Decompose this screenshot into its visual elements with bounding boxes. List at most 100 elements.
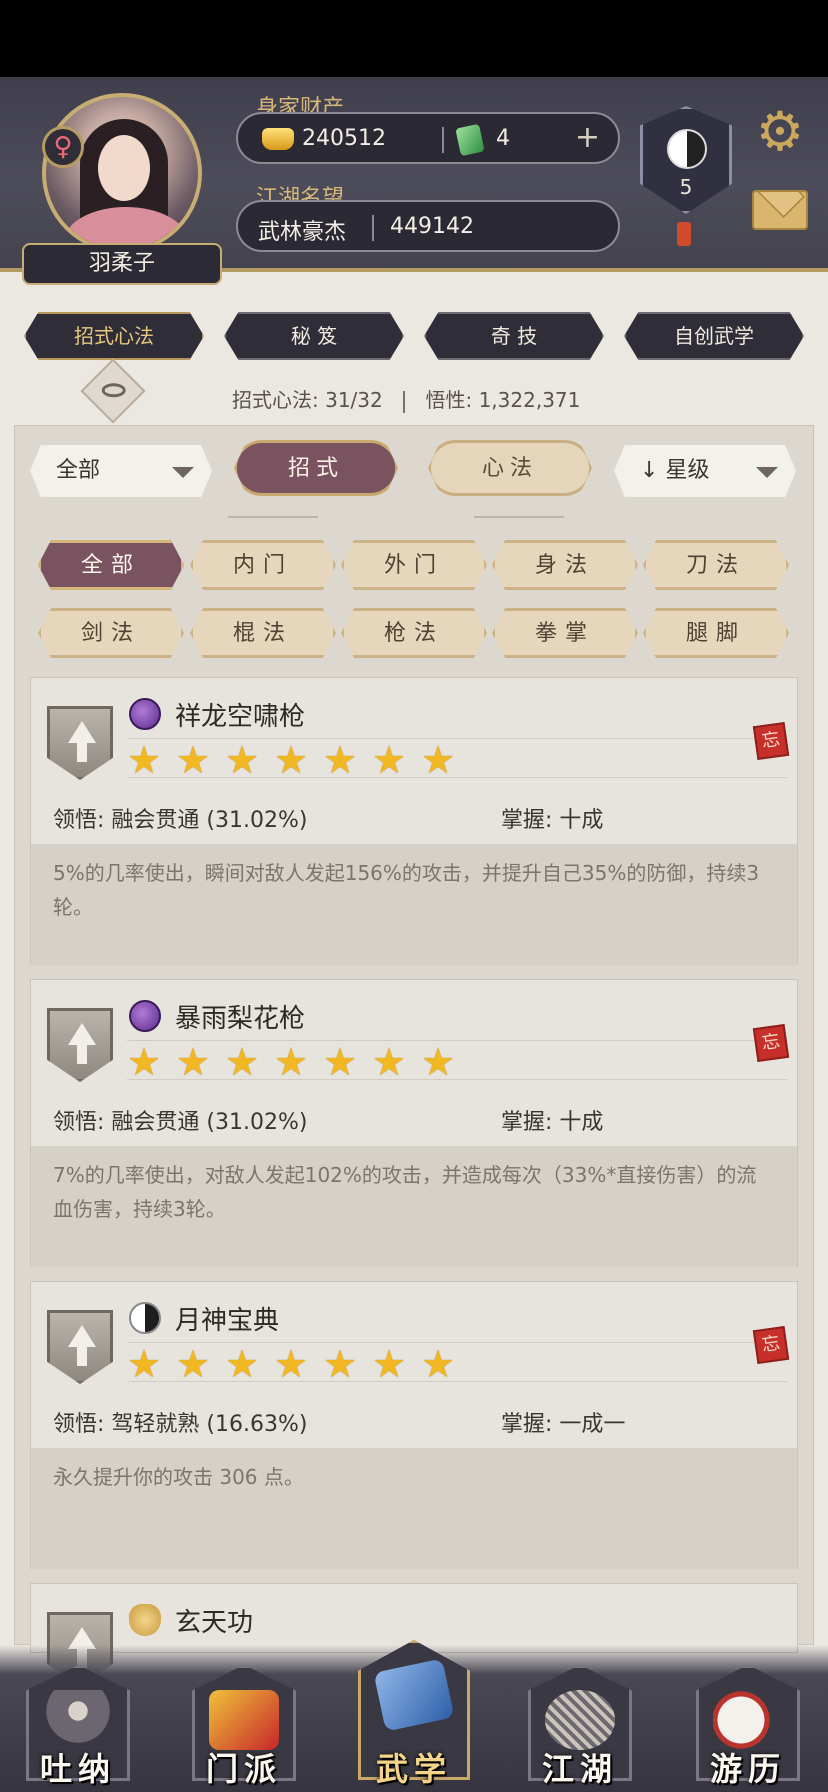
skill-description: 永久提升你的攻击 306 点。 (53, 1465, 304, 1489)
white-horse-icon (713, 1690, 783, 1750)
skill-description: 7%的几率使出，对敌人发起102%的攻击，并造成每次（33%*直接伤害）的流血伤… (53, 1163, 757, 1221)
star-icon: ★ (274, 1342, 309, 1386)
chevron-down-icon (756, 467, 778, 478)
sect-banner-icon (209, 1690, 279, 1750)
fame-bar: 武林豪杰 449142 (236, 200, 620, 252)
jade-value: 4 (496, 126, 510, 151)
wealth-bar: 240512 4 + (236, 112, 620, 164)
segment-moves[interactable]: 招式 (234, 440, 398, 496)
forget-button[interactable]: 忘 (752, 1023, 790, 1063)
category-fist-palm[interactable]: 拳掌 (492, 608, 638, 658)
upgrade-shield-icon[interactable] (47, 706, 113, 780)
nav-meditate-label: 吐纳 (39, 1750, 116, 1788)
gold-figure-icon (129, 1604, 161, 1636)
star-icon: ★ (372, 1342, 407, 1386)
sort-select[interactable]: ↓ 星级 (614, 445, 796, 497)
segment-mind[interactable]: 心法 (428, 440, 592, 496)
category-internal[interactable]: 内门 (190, 540, 336, 590)
star-icon: ★ (274, 738, 309, 782)
gold-value: 240512 (302, 126, 386, 151)
mastery-text: 掌握: 十成 (501, 1110, 604, 1135)
insight-label: 悟性: (425, 388, 473, 412)
star-icon: ★ (421, 1040, 456, 1084)
star-rating: ★ ★ ★ ★ ★ ★ ★ (127, 1040, 787, 1084)
skill-stats: 招式心法: 31/32 悟性: 1,322,371 (232, 384, 580, 413)
star-icon: ★ (127, 1040, 162, 1084)
upgrade-shield-icon[interactable] (47, 1310, 113, 1384)
tab-secret-manuals[interactable]: 秘 笈 (224, 312, 404, 360)
star-icon: ★ (274, 1040, 309, 1084)
nav-travel-label: 游历 (709, 1750, 786, 1788)
category-spear[interactable]: 枪法 (341, 608, 487, 658)
star-icon: ★ (421, 738, 456, 782)
add-currency-button[interactable]: + (575, 121, 600, 155)
star-icon: ★ (372, 1040, 407, 1084)
straw-hat-icon (545, 1690, 615, 1750)
purple-orb-icon (129, 698, 161, 730)
fame-value: 449142 (390, 214, 474, 239)
star-rating: ★ ★ ★ ★ ★ ★ ★ (127, 1342, 787, 1386)
comprehension-text: 领悟: 融会贯通 (31.02%) (53, 808, 308, 833)
nav-martial-arts-label: 武学 (375, 1750, 452, 1788)
skill-name: 祥龙空啸枪 (175, 702, 306, 732)
category-staff[interactable]: 棍法 (190, 608, 336, 658)
star-icon: ★ (225, 1040, 260, 1084)
comprehension-text: 领悟: 融会贯通 (31.02%) (53, 1110, 308, 1135)
scope-select[interactable]: 全部 (30, 445, 212, 497)
eye-icon[interactable] (80, 358, 146, 424)
category-legs-feet[interactable]: 腿脚 (643, 608, 789, 658)
yin-yang-icon (667, 129, 707, 169)
star-icon: ★ (323, 738, 358, 782)
mastery-text: 掌握: 一成一 (501, 1412, 626, 1437)
category-external[interactable]: 外门 (341, 540, 487, 590)
tassel-decoration (677, 222, 691, 246)
character-name: 羽柔子 (22, 243, 222, 285)
star-icon: ★ (372, 738, 407, 782)
skill-card[interactable]: 月神宝典 ★ ★ ★ ★ ★ ★ ★ 忘 领悟: 驾轻就熟 (16.63%) 掌… (30, 1281, 798, 1569)
tab-moves-mind[interactable]: 招式心法 (24, 312, 204, 360)
forget-button[interactable]: 忘 (752, 1325, 790, 1365)
forget-button[interactable]: 忘 (752, 721, 790, 761)
nav-sect-label: 门派 (205, 1750, 282, 1788)
skill-card[interactable]: 祥龙空啸枪 ★ ★ ★ ★ ★ ★ ★ 忘 领悟: 融会贯通 (31.02%) … (30, 677, 798, 965)
star-icon: ★ (127, 1342, 162, 1386)
skill-name: 玄天功 (175, 1608, 254, 1638)
skill-card[interactable]: 暴雨梨花枪 ★ ★ ★ ★ ★ ★ ★ 忘 领悟: 融会贯通 (31.02%) … (30, 979, 798, 1267)
mastery-text: 掌握: 十成 (501, 808, 604, 833)
category-movement[interactable]: 身法 (492, 540, 638, 590)
tab-special-skills[interactable]: 奇 技 (424, 312, 604, 360)
mail-envelope-icon[interactable] (752, 190, 808, 230)
star-rating: ★ ★ ★ ★ ★ ★ ★ (127, 738, 787, 782)
star-icon: ★ (127, 738, 162, 782)
skill-name: 月神宝典 (175, 1306, 280, 1336)
category-all[interactable]: 全部 (38, 540, 184, 590)
category-blade[interactable]: 刀法 (643, 540, 789, 590)
moves-count-label: 招式心法: (232, 388, 319, 412)
star-icon: ★ (176, 1342, 211, 1386)
upgrade-shield-icon[interactable] (47, 1008, 113, 1082)
star-icon: ★ (225, 738, 260, 782)
skill-name: 暴雨梨花枪 (175, 1004, 306, 1034)
category-sword[interactable]: 剑法 (38, 608, 184, 658)
gold-ingot-icon (262, 128, 294, 150)
tab-custom-martial[interactable]: 自创武学 (624, 312, 804, 360)
star-icon: ★ (421, 1342, 456, 1386)
star-icon: ★ (225, 1342, 260, 1386)
sort-select-value: 星级 (665, 458, 710, 483)
fame-title: 武林豪杰 (258, 220, 347, 245)
sort-arrow-icon: ↓ (640, 458, 659, 483)
purple-orb-icon (129, 1000, 161, 1032)
jade-icon (455, 123, 485, 157)
star-icon: ★ (323, 1040, 358, 1084)
status-bar (0, 0, 828, 77)
chevron-down-icon (172, 467, 194, 478)
comprehension-text: 领悟: 驾轻就熟 (16.63%) (53, 1412, 308, 1437)
settings-gear-icon[interactable]: ⚙ (752, 104, 808, 160)
character-avatar[interactable] (42, 93, 202, 253)
skill-description: 5%的几率使出，瞬间对敌人发起156%的攻击，并提升自己35%的防御，持续3轮。 (53, 861, 760, 919)
star-icon: ★ (176, 1040, 211, 1084)
female-gender-icon: ♀ (42, 126, 84, 168)
yin-yang-icon (129, 1302, 161, 1334)
star-icon: ★ (323, 1342, 358, 1386)
scope-select-value: 全部 (56, 458, 101, 483)
